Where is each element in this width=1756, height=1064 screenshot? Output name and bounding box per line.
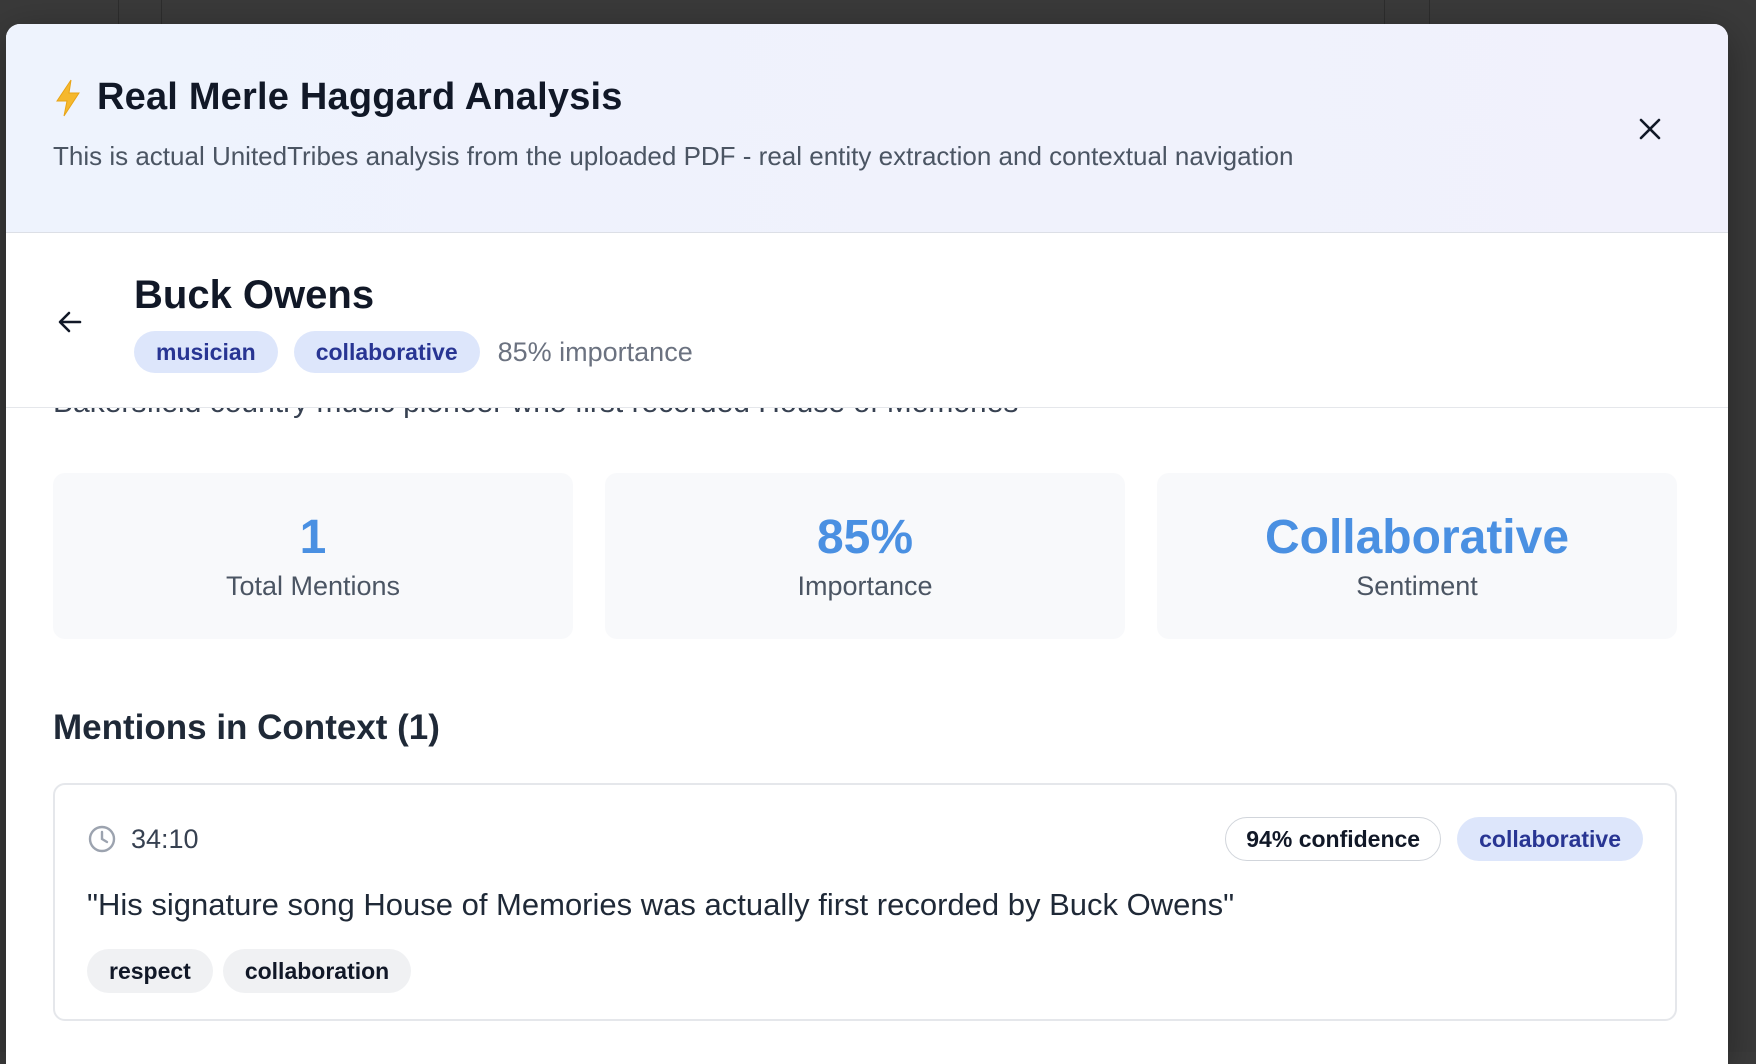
mention-quote: "His signature song House of Memories wa… [87, 887, 1643, 923]
stats-row: 1 Total Mentions 85% Importance Collabor… [53, 473, 1677, 639]
mention-card[interactable]: 34:10 94% confidence collaborative "His … [53, 783, 1677, 1021]
mention-time: 34:10 [87, 824, 199, 855]
entity-importance-text: 85% importance [498, 337, 693, 368]
lightning-bolt-icon [53, 79, 83, 117]
back-button[interactable] [53, 305, 87, 339]
clock-icon [87, 824, 117, 854]
entity-name: Buck Owens [134, 273, 374, 318]
arrow-left-icon [56, 308, 84, 336]
entity-tags: musician collaborative 85% importance [134, 331, 693, 373]
sentiment-badge: collaborative [1457, 817, 1643, 861]
entity-sentiment-tag: collaborative [294, 331, 480, 373]
stat-label: Total Mentions [226, 571, 400, 602]
mention-timestamp: 34:10 [131, 824, 199, 855]
entity-type-tag: musician [134, 331, 278, 373]
entity-header: Buck Owens musician collaborative 85% im… [6, 233, 1728, 408]
mention-keywords: respect collaboration [87, 949, 1643, 993]
background-column-divider [1384, 0, 1430, 24]
stat-card-mentions: 1 Total Mentions [53, 473, 573, 639]
stat-card-importance: 85% Importance [605, 473, 1125, 639]
keyword-tag: respect [87, 949, 213, 993]
confidence-badge: 94% confidence [1225, 817, 1441, 861]
modal-subtitle: This is actual UnitedTribes analysis fro… [53, 141, 1681, 172]
analysis-modal: Real Merle Haggard Analysis This is actu… [6, 24, 1728, 1064]
mention-card-header: 34:10 94% confidence collaborative [87, 785, 1643, 893]
modal-header: Real Merle Haggard Analysis This is actu… [6, 24, 1728, 233]
modal-title: Real Merle Haggard Analysis [97, 76, 623, 119]
stat-value: Collaborative [1265, 510, 1569, 565]
close-button[interactable] [1632, 111, 1668, 147]
keyword-tag: collaboration [223, 949, 411, 993]
stat-value: 1 [300, 510, 327, 565]
modal-title-row: Real Merle Haggard Analysis [53, 76, 1681, 119]
stat-label: Importance [797, 571, 932, 602]
mentions-section-title: Mentions in Context (1) [53, 708, 440, 748]
mention-badges: 94% confidence collaborative [1225, 817, 1643, 861]
stat-card-sentiment: Collaborative Sentiment [1157, 473, 1677, 639]
stat-value: 85% [817, 510, 913, 565]
background-column-divider [118, 0, 162, 24]
stat-label: Sentiment [1356, 571, 1478, 602]
close-icon [1638, 117, 1662, 141]
